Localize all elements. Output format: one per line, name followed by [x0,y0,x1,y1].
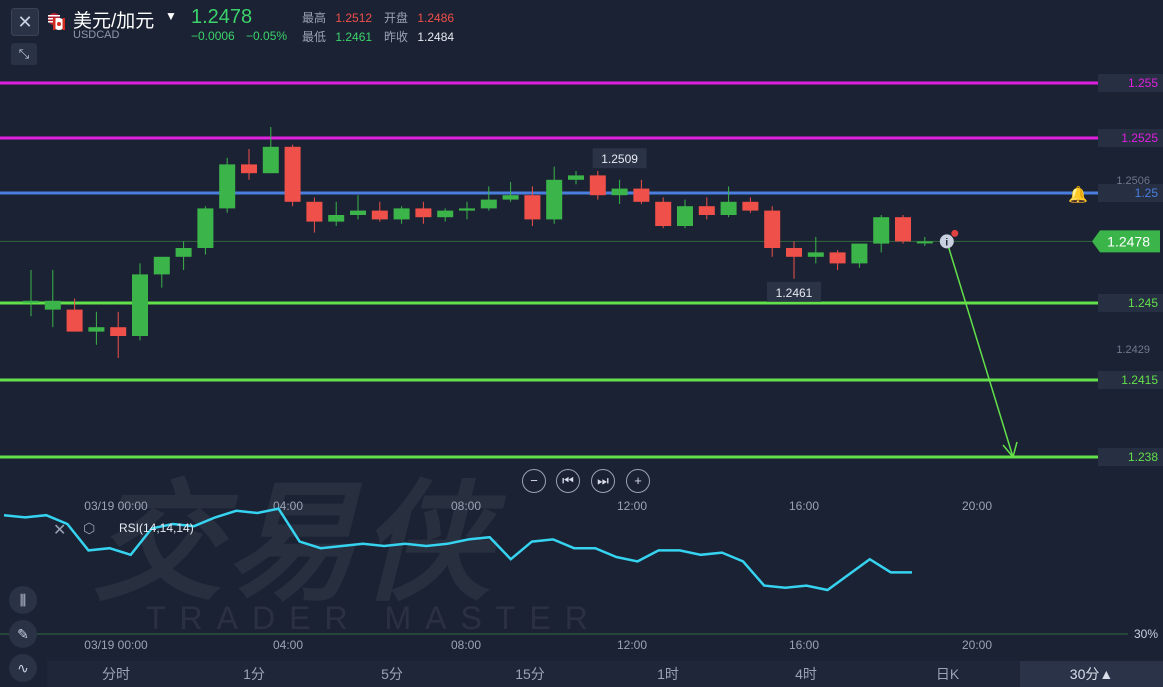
x-tick-label: 03/19 00:00 [84,499,148,513]
draw-pen-icon[interactable]: ✎ [9,620,37,648]
candle-body [110,327,127,336]
step-back-icon[interactable]: ⏮ [556,469,580,493]
candle-body [459,208,475,211]
candle-body [568,175,584,180]
current-price-label: 1.2478 [1107,233,1150,249]
zoom-in-icon[interactable]: + [626,469,650,493]
candle-body [371,210,388,220]
candle-body [677,206,693,226]
close-indicator-icon[interactable]: ✕ [53,520,66,540]
candle-body [393,208,410,220]
candle-body [916,241,933,244]
tab-1hour[interactable]: 1时 [599,661,737,687]
tab-timeline[interactable]: 分时 [47,661,185,687]
x-tick-label: 16:00 [789,499,819,513]
rsi-x-tick-label: 20:00 [962,638,992,652]
level-label: 1.238 [1128,450,1158,464]
candle-body [764,210,781,248]
candle-body [88,327,105,332]
candle-body [611,188,628,196]
candle-body [873,217,890,244]
level-label: 1.255 [1128,76,1158,90]
candle-body [44,300,61,310]
candle-body [219,164,236,209]
rsi-x-tick-label: 16:00 [789,638,819,652]
tab-1min[interactable]: 1分 [185,661,323,687]
alert-bell-icon: 🔔 [1068,186,1088,204]
info-marker-glyph: i [945,237,948,248]
candle-body [480,199,497,209]
x-tick-label: 08:00 [451,499,481,513]
rsi-x-tick-label: 08:00 [451,638,481,652]
price-annotation: 1.2461 [776,286,813,300]
candle-body [655,201,672,226]
tab-daily[interactable]: 日K [875,661,1020,687]
candle-body [175,248,192,257]
rsi-x-tick-label: 04:00 [273,638,303,652]
step-forward-icon[interactable]: ⏭ [591,469,615,493]
rsi-x-tick-label: 12:00 [617,638,647,652]
candles-icon[interactable]: ⫼ [9,586,37,614]
candle-body [851,243,868,264]
x-tick-label: 04:00 [273,499,303,513]
alert-dot [951,229,959,237]
candle-body [66,309,83,332]
candle-body [895,217,911,242]
tab-5min[interactable]: 5分 [323,661,461,687]
tab-30min[interactable]: 30分▲ [1020,661,1163,687]
candle-body [197,208,214,248]
level-label: 1.25 [1135,186,1159,200]
candle-body [698,206,715,215]
rsi-level-label: 30% [1134,627,1158,641]
level-label: 1.245 [1128,296,1158,310]
x-tick-label: 20:00 [962,499,992,513]
level-label: 1.2525 [1121,131,1158,145]
candle-body [415,208,432,218]
candle-body [589,175,606,196]
x-tick-label: 12:00 [617,499,647,513]
candle-body [546,179,563,220]
tab-15min[interactable]: 15分 [461,661,599,687]
candle-body [786,248,802,257]
candle-body [132,274,148,336]
candle-body [720,201,737,215]
price-annotation: 1.2509 [601,152,638,166]
candle-body [306,201,323,222]
candle-body [524,195,541,220]
forecast-arrow-line [946,241,1014,458]
timeframe-tabs: 分时 1分 5分 15分 1时 4时 日K 30分▲ [47,661,1163,687]
candle-body [262,146,279,174]
candle-body [633,188,650,202]
candle-body [328,215,345,222]
candle-body [742,201,759,211]
y-tick-label: 1.2429 [1116,344,1150,356]
candle-body [807,252,824,257]
candle-body [502,195,519,200]
zoom-out-icon[interactable]: − [522,469,546,493]
indicator-icon[interactable]: ∿ [9,654,37,682]
settings-icon[interactable]: ⬡ [83,520,95,537]
rsi-label: RSI(14,14,14) [119,521,194,535]
candle-body [829,252,846,264]
candle-body [284,146,301,202]
candle-body [23,300,39,303]
price-chart[interactable]: 1.25061.24291.2551.25251.251.2451.24151.… [0,0,1163,660]
candle-body [437,210,454,218]
candle-body [153,256,170,275]
tab-4hour[interactable]: 4时 [737,661,875,687]
candle-body [241,164,257,174]
rsi-x-tick-label: 03/19 00:00 [84,638,148,652]
candle-body [350,210,366,215]
level-label: 1.2415 [1121,373,1158,387]
